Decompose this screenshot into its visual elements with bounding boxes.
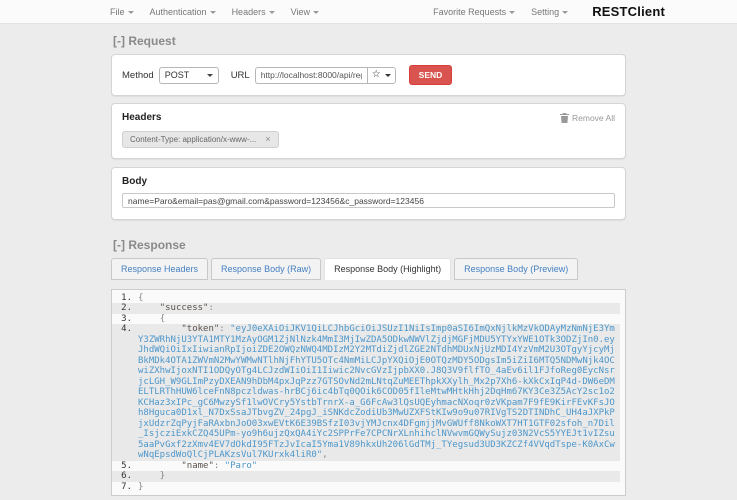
url-input-group: ☆ [254,66,396,84]
headers-title: Headers [122,112,162,123]
code-line: 4. "token": "eyJ0eXAiOiJKV1QiLCJhbGciOiJ… [112,324,620,461]
chevron-down-icon [312,10,319,14]
code-line-number: 3. [121,313,132,324]
code-line-number: 1. [121,292,132,303]
body-panel: Body [111,167,626,220]
menu-headers[interactable]: Headers [232,7,275,17]
url-history-dropdown[interactable] [384,73,391,77]
code-line-number: 5. [121,460,132,471]
tab-response-body-raw[interactable]: Response Body (Raw) [211,257,322,280]
code-line: 5. "name": "Paro" [112,461,620,472]
response-section-title: [-] Response [113,238,626,252]
menu-favorite-requests[interactable]: Favorite Requests [433,6,516,17]
right-menus: Favorite Requests Setting RESTClient [433,4,665,19]
code-line-content: } [159,471,166,481]
request-title-label: Request [128,34,176,48]
chevron-down-icon [268,10,275,14]
response-title-label: Response [128,237,186,252]
code-line: 6. } [112,471,620,482]
menu-view[interactable]: View [291,7,319,17]
left-menus: File Authentication Headers View [110,7,319,17]
code-line-content: "success": [159,303,214,313]
app-logo: RESTClient [592,4,665,19]
top-navbar: File Authentication Headers View Favorit… [0,0,737,24]
remove-all-button[interactable]: Remove All [560,112,615,123]
code-line-number: 2. [121,303,132,313]
code-line-number: 6. [121,471,132,481]
menu-setting-label: Setting [531,6,560,17]
header-chip[interactable]: Content-Type: application/x-www-... × [122,131,279,148]
favorite-star-icon[interactable]: ☆ [372,70,381,80]
code-line-content: "name": "Paro" [181,460,258,471]
code-line: 3. { [112,314,620,325]
header-chip-label: Content-Type: application/x-www-... [130,135,257,144]
code-line: 1. { [112,293,620,304]
method-select[interactable]: POST [158,66,219,84]
tab-response-body-preview[interactable]: Response Body (Preview) [454,257,579,280]
url-buttons: ☆ [366,66,396,84]
menu-favorite-requests-label: Favorite Requests [433,6,507,17]
menu-authentication[interactable]: Authentication [150,7,216,17]
request-collapse-toggle[interactable]: [-] [113,34,125,48]
url-input[interactable] [254,66,367,84]
body-input[interactable] [122,193,615,208]
code-line-number: 4. [121,324,132,334]
menu-headers-label: Headers [231,6,266,17]
url-label: URL [230,69,250,81]
code-line: 2. "success": [112,303,620,314]
send-button[interactable]: SEND [408,65,453,85]
code-line-content: { [159,313,166,324]
menu-setting[interactable]: Setting [531,6,569,17]
response-tabs: Response Headers Response Body (Raw) Res… [111,257,626,280]
menu-file[interactable]: File [110,7,134,17]
response-code: 1.{2. "success": 3. {4. "token": "eyJ0eXA… [111,288,626,496]
chevron-down-icon [384,73,391,77]
code-line-number: 7. [121,481,132,492]
chevron-down-icon [206,73,213,77]
code-line: 7.} [112,482,620,493]
method-select-value: POST [164,70,190,80]
request-panel: Method POST URL ☆ SEND [111,54,626,96]
response-collapse-toggle[interactable]: [-] [113,238,125,252]
main-container: [-] Request Method POST URL ☆ SEND Heade… [111,34,626,496]
chevron-down-icon [127,10,134,14]
menu-authentication-label: Authentication [149,6,207,17]
menu-file-label: File [110,6,125,17]
trash-icon [560,112,569,123]
tab-response-headers[interactable]: Response Headers [111,257,209,280]
chevron-down-icon [509,10,516,14]
headers-panel-head: Headers Remove All [122,112,615,123]
code-line-content: } [138,481,144,492]
chevron-down-icon [209,10,216,14]
code-line-content: "token": "eyJ0eXAiOiJKV1QiLCJhbGciOiJSUz… [138,324,615,460]
close-icon[interactable]: × [265,135,270,144]
method-label: Method [122,69,154,81]
headers-panel: Headers Remove All Content-Type: applica… [111,103,626,159]
code-line-content: { [138,292,144,303]
request-section-title: [-] Request [113,34,626,48]
body-title: Body [122,176,147,187]
menu-view-label: View [290,6,310,17]
tab-response-body-highlight[interactable]: Response Body (Highlight) [324,257,452,280]
chevron-down-icon [562,10,569,14]
remove-all-label: Remove All [572,112,615,123]
